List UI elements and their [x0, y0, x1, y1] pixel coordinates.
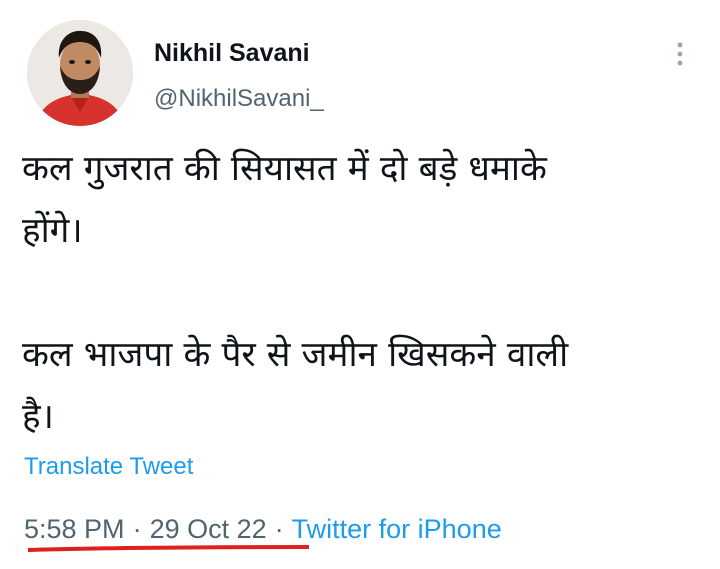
display-name[interactable]: Nikhil Savani [154, 38, 310, 68]
avatar-image [27, 20, 133, 126]
meta-separator: · [274, 514, 284, 544]
red-underline-annotation [28, 545, 309, 552]
tweet-card: Nikhil Savani @NikhilSavani_ कल गुजरात क… [0, 0, 720, 569]
tweet-text: कल गुजरात की सियासत में दो बड़े धमाके हो… [22, 149, 569, 437]
tweet-time[interactable]: 5:58 PM [24, 514, 125, 544]
meta-separator: · [132, 514, 142, 544]
tweet-source-link[interactable]: Twitter for iPhone [292, 514, 502, 544]
avatar[interactable] [27, 20, 133, 126]
translate-tweet-link[interactable]: Translate Tweet [24, 452, 193, 482]
tweet-date[interactable]: 29 Oct 22 [150, 514, 267, 544]
more-vertical-icon[interactable] [670, 40, 690, 70]
tweet-metadata: 5:58 PM · 29 Oct 22 · Twitter for iPhone [24, 512, 502, 546]
user-handle[interactable]: @NikhilSavani_ [154, 84, 324, 114]
